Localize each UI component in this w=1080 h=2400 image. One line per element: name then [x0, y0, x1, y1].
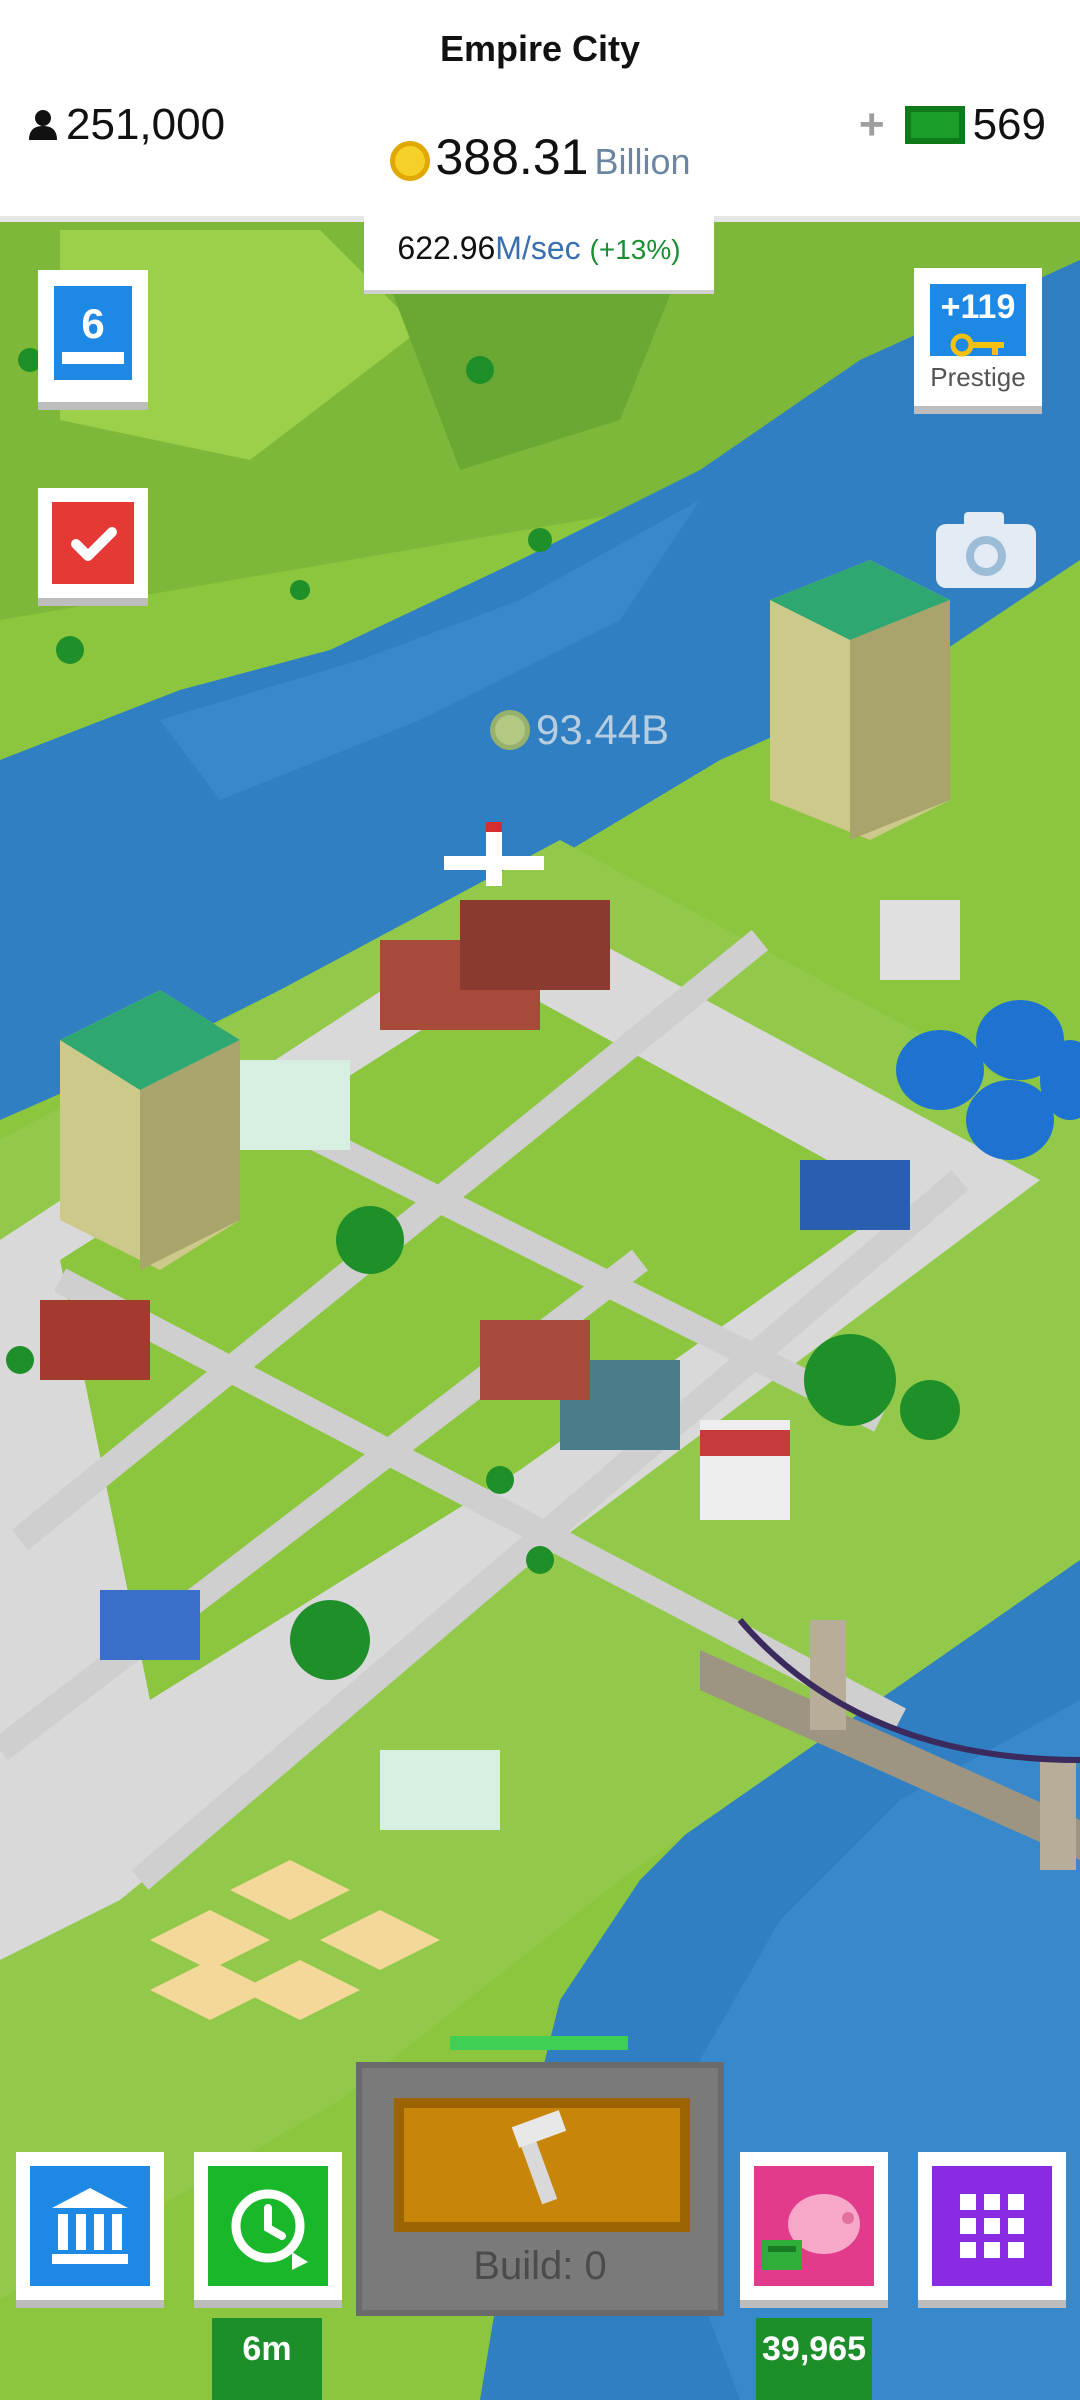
- gems-display[interactable]: + 569: [859, 100, 1046, 150]
- income-bonus: (+13%): [589, 234, 681, 265]
- build-label: Build: 0: [473, 2244, 607, 2288]
- menu-button[interactable]: [918, 2152, 1066, 2300]
- piggy-bank-button[interactable]: [740, 2152, 888, 2300]
- tasks-button[interactable]: [38, 488, 148, 598]
- apartment-tower-left: [60, 990, 240, 1270]
- grid-icon: [932, 2166, 1052, 2286]
- bank-button[interactable]: [16, 2152, 164, 2300]
- boost-time: 6m: [212, 2318, 322, 2400]
- camera-icon[interactable]: [934, 510, 1038, 590]
- prestige-label: Prestige: [930, 362, 1026, 392]
- level-button[interactable]: 6: [38, 270, 148, 402]
- floating-income: 93.44B: [490, 706, 669, 754]
- level-badge: 6: [54, 286, 132, 380]
- money-unit: Billion: [594, 141, 691, 182]
- key-icon: [950, 333, 1004, 357]
- build-button[interactable]: Build: 0: [356, 2062, 724, 2316]
- piggy-bank-icon: [754, 2166, 874, 2286]
- coin-icon: [490, 710, 530, 750]
- build-slot: [394, 2098, 690, 2232]
- top-hud: Empire City 251,000 388.31 Billion + 569: [0, 0, 1080, 222]
- hammer-icon: [511, 2110, 567, 2205]
- bank-icon: [30, 2166, 150, 2286]
- apartment-tower-right: [770, 560, 950, 840]
- prestige-badge: +119: [930, 284, 1026, 357]
- income-amount: 622.96: [397, 230, 496, 266]
- add-gems-button[interactable]: +: [859, 100, 885, 150]
- level-value: 6: [81, 300, 105, 347]
- level-progress-bar: [62, 352, 124, 364]
- floating-income-value: 93.44B: [536, 706, 670, 753]
- prestige-button[interactable]: +119 Prestige: [914, 268, 1042, 406]
- coin-icon: [389, 140, 430, 181]
- gems-value: 569: [972, 100, 1046, 149]
- build-progress-bar: [450, 2036, 628, 2050]
- cash-icon: [904, 106, 965, 144]
- income-rate: 622.96M/sec (+13%): [364, 206, 714, 290]
- prestige-value: +119: [940, 288, 1016, 326]
- city-name[interactable]: Empire City: [0, 28, 1080, 70]
- clock-refresh-icon: [208, 2166, 328, 2286]
- money-amount: 388.31: [435, 129, 589, 185]
- check-icon: [52, 502, 134, 584]
- boost-button[interactable]: [194, 2152, 342, 2300]
- piggy-bank-amount: 39,965: [756, 2318, 872, 2400]
- income-unit: M/sec: [495, 230, 581, 266]
